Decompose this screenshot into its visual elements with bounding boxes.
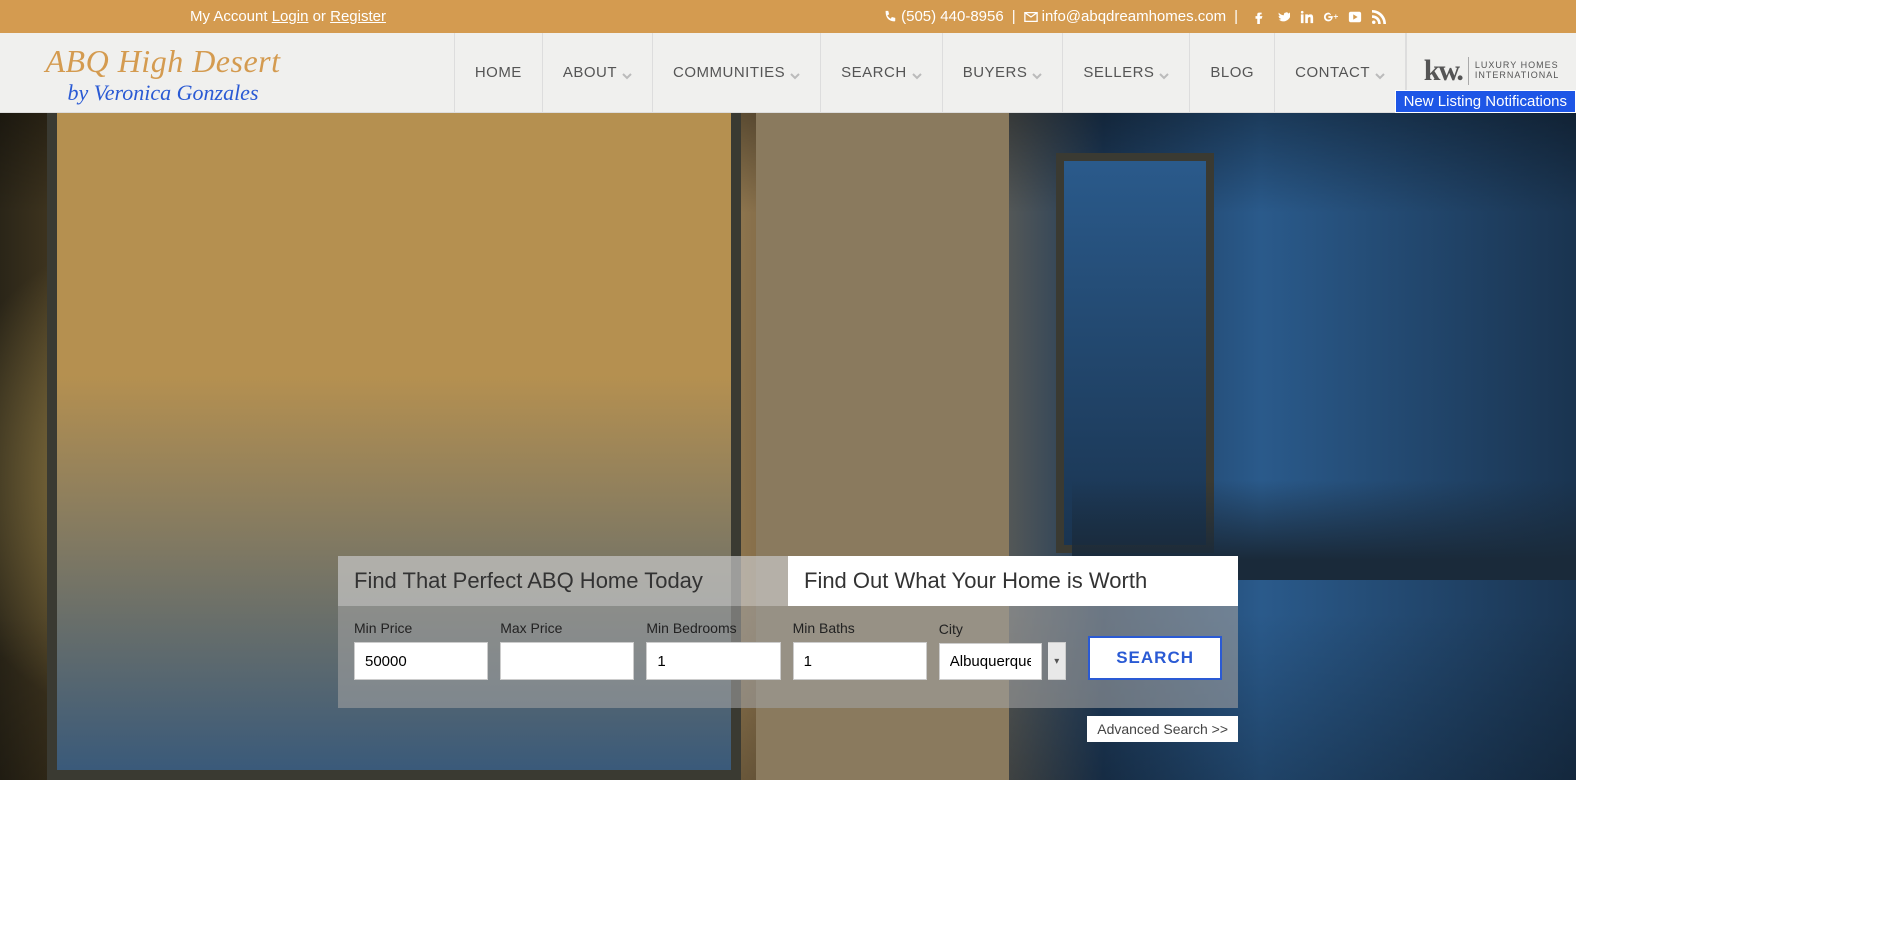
- search-form: Min Price Max Price Min Bedrooms Min Bat…: [338, 606, 1238, 708]
- dropdown-arrow-icon[interactable]: ▾: [1048, 642, 1066, 680]
- min-price-field: Min Price: [354, 620, 488, 680]
- city-label: City: [939, 621, 1042, 637]
- chevron-down-icon: [790, 68, 800, 78]
- tab-home-worth[interactable]: Find Out What Your Home is Worth: [788, 556, 1238, 606]
- google-plus-icon[interactable]: [1324, 10, 1338, 24]
- min-price-label: Min Price: [354, 620, 488, 636]
- nav-buyers[interactable]: BUYERS: [942, 33, 1063, 112]
- logo-sub-text: by Veronica Gonzales: [67, 80, 258, 106]
- chevron-down-icon: [912, 68, 922, 78]
- twitter-icon[interactable]: [1276, 10, 1290, 24]
- hero-image: Find That Perfect ABQ Home Today Find Ou…: [0, 113, 1576, 780]
- new-listing-notifications-button[interactable]: New Listing Notifications: [1395, 90, 1576, 113]
- my-account-label: My Account: [190, 8, 268, 25]
- phone-number[interactable]: (505) 440-8956: [901, 8, 1004, 25]
- kw-divider: [1468, 57, 1469, 85]
- nav-communities[interactable]: COMMUNITIES: [652, 33, 820, 112]
- nav-sellers[interactable]: SELLERS: [1062, 33, 1189, 112]
- advanced-search-link[interactable]: Advanced Search >>: [1087, 716, 1238, 742]
- main-nav: ABQ High Desert by Veronica Gonzales HOM…: [0, 33, 1576, 113]
- social-icons: [1252, 10, 1386, 24]
- min-baths-label: Min Baths: [793, 620, 927, 636]
- nav-home[interactable]: HOME: [454, 33, 542, 112]
- nav-search[interactable]: SEARCH: [820, 33, 942, 112]
- separator: |: [1234, 8, 1238, 25]
- logo-main-text: ABQ High Desert: [45, 45, 280, 77]
- nav-blog[interactable]: BLOG: [1189, 33, 1274, 112]
- min-baths-field: Min Baths: [793, 620, 927, 680]
- rss-icon[interactable]: [1372, 10, 1386, 24]
- min-bedrooms-input[interactable]: [646, 642, 780, 680]
- email-link[interactable]: info@abqdreamhomes.com: [1042, 8, 1226, 25]
- city-field: City Albuquerque ▾: [939, 621, 1066, 680]
- envelope-icon: [1024, 10, 1038, 24]
- min-price-input[interactable]: [354, 642, 488, 680]
- account-links: My Account Login or Register: [190, 8, 386, 25]
- chevron-down-icon: [1375, 68, 1385, 78]
- min-baths-input[interactable]: [793, 642, 927, 680]
- chevron-down-icon: [1032, 68, 1042, 78]
- or-text: or: [313, 8, 326, 25]
- min-bedrooms-field: Min Bedrooms: [646, 620, 780, 680]
- max-price-input[interactable]: [500, 642, 634, 680]
- top-bar: My Account Login or Register (505) 440-8…: [0, 0, 1576, 33]
- separator: |: [1012, 8, 1016, 25]
- facebook-icon[interactable]: [1252, 10, 1266, 24]
- linkedin-icon[interactable]: [1300, 10, 1314, 24]
- search-tabs: Find That Perfect ABQ Home Today Find Ou…: [338, 556, 1238, 606]
- site-logo[interactable]: ABQ High Desert by Veronica Gonzales: [0, 33, 320, 112]
- max-price-field: Max Price: [500, 620, 634, 680]
- chevron-down-icon: [1159, 68, 1169, 78]
- kw-logo-text: kw.: [1424, 54, 1462, 88]
- search-widget: Find That Perfect ABQ Home Today Find Ou…: [338, 556, 1238, 742]
- contact-links: (505) 440-8956 | info@abqdreamhomes.com …: [883, 8, 1386, 25]
- phone-icon: [883, 10, 897, 24]
- search-button[interactable]: SEARCH: [1088, 636, 1222, 680]
- nav-contact[interactable]: CONTACT: [1274, 33, 1406, 112]
- tab-find-home[interactable]: Find That Perfect ABQ Home Today: [338, 556, 788, 606]
- max-price-label: Max Price: [500, 620, 634, 636]
- login-link[interactable]: Login: [272, 8, 309, 25]
- city-select[interactable]: Albuquerque: [939, 643, 1042, 680]
- register-link[interactable]: Register: [330, 8, 386, 25]
- min-bedrooms-label: Min Bedrooms: [646, 620, 780, 636]
- nav-menu: HOME ABOUT COMMUNITIES SEARCH BUYERS SEL…: [454, 33, 1406, 112]
- kw-tagline: LUXURY HOMESINTERNATIONAL: [1475, 61, 1559, 81]
- youtube-icon[interactable]: [1348, 10, 1362, 24]
- nav-about[interactable]: ABOUT: [542, 33, 652, 112]
- chevron-down-icon: [622, 68, 632, 78]
